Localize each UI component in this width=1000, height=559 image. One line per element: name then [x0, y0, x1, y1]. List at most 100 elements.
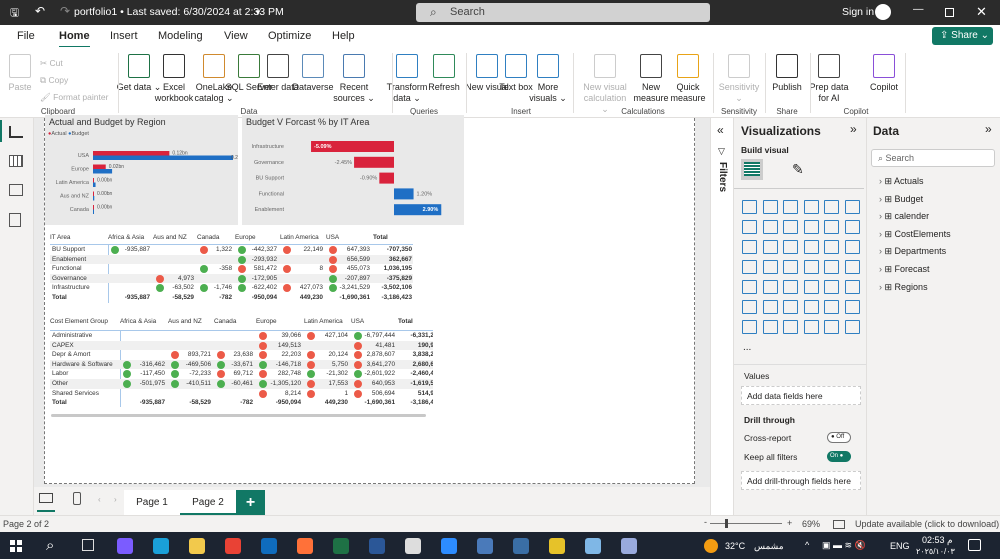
table-view-icon[interactable] [9, 155, 23, 167]
tab-file[interactable]: File [17, 30, 35, 42]
ribbon-visual-icon[interactable] [742, 240, 757, 254]
build-visual-tab[interactable] [741, 159, 763, 180]
weather-icon[interactable] [704, 539, 718, 553]
prep-data-for-ai-button[interactable]: Prep data for AI [804, 54, 854, 104]
weather-text[interactable]: مشمس [754, 541, 784, 552]
tab-insert[interactable]: Insert [110, 30, 138, 42]
mobile-layout-icon[interactable] [73, 492, 81, 505]
account-avatar-icon[interactable] [875, 4, 891, 20]
clock-time[interactable]: 02:53 م [922, 535, 953, 546]
zoom-in-button[interactable]: + [787, 518, 792, 528]
app-taskbar-icon[interactable] [477, 538, 493, 554]
notepad-taskbar-icon[interactable] [405, 538, 421, 554]
scatter-visual-icon[interactable] [803, 240, 819, 254]
column-header[interactable]: USA [351, 317, 398, 327]
input-language[interactable]: ENG [890, 541, 910, 551]
collapse-data-icon[interactable]: » [985, 122, 992, 136]
pie-visual-icon[interactable] [824, 240, 839, 254]
zoom-out-button[interactable]: - [704, 517, 707, 527]
line-visual-icon[interactable] [742, 220, 757, 234]
desktop-layout-icon[interactable] [39, 493, 53, 503]
drill-through-well[interactable]: Add drill-through fields here [741, 471, 861, 490]
add-page-button[interactable]: + [236, 490, 265, 515]
gauge-visual-icon[interactable] [824, 260, 839, 274]
bar-actual[interactable] [93, 178, 94, 183]
show-hidden-icons[interactable]: ^ [805, 540, 809, 550]
filled-map-visual-icon[interactable] [783, 260, 798, 274]
paste-button[interactable]: Paste [0, 54, 45, 93]
collapse-viz-icon[interactable]: » [850, 122, 857, 136]
sensitivity-button[interactable]: Sensitivity ⌄ [714, 54, 764, 104]
clock-date[interactable]: ٢٠٢٥/١٠/٠٣ [916, 547, 955, 556]
copilot-button[interactable]: Copilot [859, 54, 909, 93]
it-area-matrix[interactable]: IT Area Africa & Asia Aus and NZ Canada Euro… [50, 233, 413, 308]
data-table-forecast[interactable]: › ⊞ Forecast [879, 264, 999, 275]
save-icon[interactable]: 🖫 [10, 5, 19, 23]
paint-taskbar-icon[interactable] [621, 538, 637, 554]
card-visual-icon[interactable] [844, 260, 860, 274]
waterfall-visual-icon[interactable] [762, 240, 778, 254]
column-header[interactable]: Africa & Asia [120, 317, 168, 327]
line-column-visual-icon[interactable] [824, 220, 839, 234]
expand-filters-icon[interactable]: « [717, 123, 724, 137]
python-visual-visual-icon[interactable] [742, 300, 757, 314]
bar-actual[interactable] [93, 205, 94, 210]
firefox-taskbar-icon[interactable] [297, 538, 313, 554]
file-explorer-taskbar-icon[interactable] [189, 538, 205, 554]
clustered-bar-visual-icon[interactable] [783, 200, 798, 214]
maximize-icon[interactable] [945, 8, 954, 17]
narrative-visual-icon[interactable] [824, 300, 839, 314]
fit-to-page-icon[interactable] [833, 520, 845, 529]
zoom-taskbar-icon[interactable] [441, 538, 457, 554]
matrix-visual-icon[interactable] [824, 280, 839, 294]
column-header[interactable]: Aus and NZ [168, 317, 214, 327]
stacked-bar-visual-icon[interactable] [742, 200, 757, 214]
page-tab-2[interactable]: Page 2 [180, 490, 236, 515]
minimize-icon[interactable]: — [913, 3, 924, 15]
clustered-column-visual-icon[interactable] [803, 200, 819, 214]
page-tab-1[interactable]: Page 1 [124, 490, 180, 515]
multi-row-card-visual-icon[interactable] [742, 280, 757, 294]
word-taskbar-icon[interactable] [369, 538, 385, 554]
treemap-visual-icon[interactable] [742, 260, 757, 274]
caret-down-icon[interactable]: ▼ [254, 8, 262, 17]
bar-actual[interactable] [93, 151, 170, 156]
bar-budget[interactable] [93, 169, 113, 174]
values-well[interactable]: Add data fields here [741, 386, 861, 405]
cost-element-matrix[interactable]: Cost Element Group Africa & Asia Aus and N… [50, 317, 433, 407]
excel-taskbar-icon[interactable] [333, 538, 349, 554]
more-visuals-ellipsis[interactable]: ... [743, 342, 751, 353]
undo-icon[interactable]: ↶ [35, 4, 45, 18]
more-visuals-button[interactable]: More visuals ⌄ [523, 54, 573, 104]
chrome-taskbar-icon[interactable] [225, 538, 241, 554]
horizontal-scrollbar[interactable] [51, 414, 426, 417]
update-available-link[interactable]: Update available (click to download) [855, 519, 999, 529]
column-header[interactable]: Aus and NZ [153, 233, 197, 243]
goals-visual-icon[interactable] [844, 300, 860, 314]
windows-start-icon[interactable] [10, 540, 22, 552]
column-header[interactable]: Latin America [280, 233, 326, 243]
app2-taskbar-icon[interactable] [549, 538, 565, 554]
stacked-area-visual-icon[interactable] [783, 220, 798, 234]
dax-query-view-icon[interactable] [9, 213, 21, 227]
new-slicer-visual-icon[interactable] [783, 320, 798, 334]
bar-budget[interactable] [93, 209, 94, 215]
remote-desktop-taskbar-icon[interactable] [513, 538, 529, 554]
search-input[interactable]: ⌕ Search [416, 3, 710, 22]
bar-budget[interactable] [93, 196, 95, 201]
100-bar-visual-icon[interactable] [824, 200, 839, 214]
snipping-taskbar-icon[interactable] [585, 538, 601, 554]
donut-visual-icon[interactable] [844, 240, 860, 254]
tab-home[interactable]: Home [59, 30, 90, 48]
column-header[interactable]: Total [373, 233, 413, 243]
data-table-departments[interactable]: › ⊞ Departments [879, 246, 999, 257]
tab-view[interactable]: View [224, 30, 248, 42]
tray-icons[interactable]: ▣ ▬ ≋ 🔇 [822, 540, 866, 551]
column-header[interactable]: Africa & Asia [108, 233, 153, 243]
search-icon[interactable]: ⌕ [46, 537, 54, 554]
paginated-visual-icon[interactable] [742, 320, 757, 334]
redo-icon[interactable]: ↷ [60, 4, 70, 18]
keep-filters-toggle[interactable]: On ● [827, 451, 851, 462]
column-header[interactable]: Total [398, 317, 433, 327]
next-page-icon[interactable]: › [114, 495, 117, 504]
